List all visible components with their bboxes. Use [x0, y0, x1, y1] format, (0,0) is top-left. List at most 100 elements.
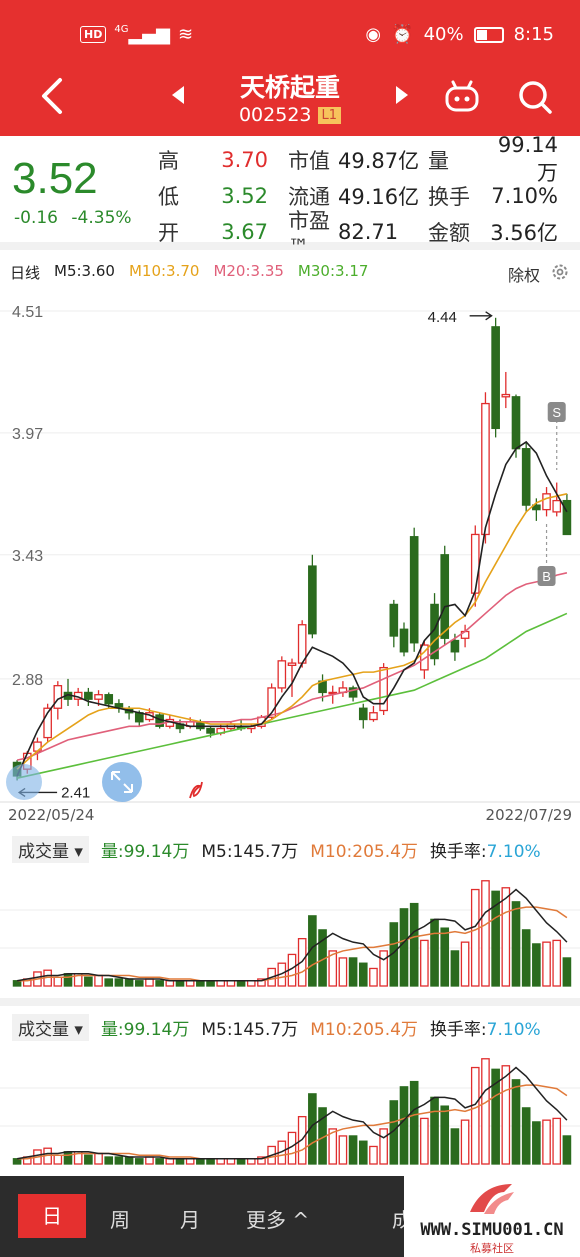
candle-up — [287, 662, 297, 667]
ma30-label: M30:3.17 — [297, 262, 369, 280]
volume-bar-up — [94, 1152, 103, 1165]
tab-month[interactable]: 月 — [180, 1204, 200, 1233]
adjust-button[interactable]: 除权 — [508, 262, 540, 286]
volume-ma5-1: M5:145.7万 — [201, 842, 299, 862]
volume-bar-up — [226, 980, 236, 987]
volume-bar-down — [409, 902, 419, 987]
candle-up — [277, 660, 287, 689]
volume-bar-down — [450, 950, 460, 987]
change-value: -0.16 — [14, 208, 58, 228]
eye-icon: ◉ — [365, 24, 382, 45]
alarm-icon: ⏰ — [391, 24, 414, 45]
low-value: 3.52 — [221, 184, 268, 208]
turnover-label: 换手 — [428, 185, 470, 209]
candle-up — [481, 402, 490, 536]
candle-down — [206, 727, 215, 734]
turnover-label-1: 换手率: — [429, 842, 487, 862]
volume-bar-up — [165, 980, 175, 987]
price-change: -0.16 -4.35% — [14, 208, 132, 228]
candle-down — [491, 326, 500, 430]
candle-up — [53, 685, 63, 709]
volume-bar-down — [440, 927, 450, 987]
stock-code-row: 002523 L1 — [0, 104, 580, 126]
volume-bar-down — [532, 1121, 541, 1165]
volume-bar-up — [481, 880, 490, 987]
next-stock-icon[interactable] — [396, 86, 408, 104]
volume-bar-down — [196, 1158, 205, 1165]
volume-readout-2: 量:99.14万 — [100, 1020, 190, 1040]
volume-bar-down — [532, 943, 541, 987]
volume-bar-down — [430, 1096, 439, 1165]
search-icon[interactable] — [516, 78, 554, 116]
y-tick-label: 4.51 — [12, 304, 43, 321]
volume-value: 99.14万 — [497, 133, 558, 185]
volume-bar-up — [226, 1158, 236, 1165]
candle-up — [470, 533, 480, 594]
clock: 8:15 — [513, 24, 554, 45]
period-label[interactable]: 日线 — [10, 262, 40, 283]
candle-down — [308, 565, 317, 635]
volume-bar-down — [562, 957, 572, 987]
hd-badge: HD — [80, 26, 107, 43]
high-label: 高 — [158, 149, 179, 173]
volume-bar-down — [236, 1158, 246, 1165]
volume-bar-down — [430, 918, 439, 987]
open-label: 开 — [158, 221, 179, 245]
volume-bar-up — [369, 1145, 378, 1165]
volume-bar-down — [348, 957, 358, 987]
candle-down — [84, 691, 93, 700]
quote-grid: 高 3.70 市值 49.87亿 量 99.14万 低 3.52 流通 49.1… — [158, 133, 576, 259]
volume-bar-down — [114, 978, 124, 987]
volume-bar-down — [84, 1154, 93, 1165]
battery-icon — [473, 26, 504, 43]
expand-icon — [102, 762, 142, 802]
candle-down — [399, 628, 409, 653]
volume-bar-up — [53, 1154, 63, 1165]
volume-chart-1[interactable] — [0, 862, 580, 990]
mktcap-label: 市值 — [288, 149, 330, 173]
y-tick-label: 3.43 — [12, 548, 43, 565]
volume-bar-up — [542, 1119, 551, 1165]
tab-week[interactable]: 周 — [110, 1204, 130, 1233]
low-label: 低 — [158, 185, 179, 209]
volume-bar-down — [511, 901, 521, 987]
volume-bar-down — [440, 1105, 450, 1165]
volume-bar-up — [216, 980, 226, 987]
date-axis: 2022/05/24 2022/07/29 — [0, 806, 580, 826]
volume-bar-up — [94, 974, 103, 987]
start-date: 2022/05/24 — [8, 806, 95, 824]
volume-chart-2[interactable] — [0, 1040, 580, 1168]
candle-down — [104, 694, 114, 705]
candlestick-chart[interactable]: 4.51 3.97 3.43 2.88 4.44 2.41 S B — [0, 288, 580, 808]
candle-up — [369, 712, 378, 721]
tab-more[interactable]: 更多 ^ — [246, 1204, 309, 1233]
volume-tab-2[interactable]: 成交量 ▾ — [12, 1014, 89, 1041]
quote-row-high: 高 3.70 市值 49.87亿 量 99.14万 — [158, 133, 576, 185]
volume-bar-down — [175, 980, 185, 987]
turnover-label-2: 换手率: — [429, 1020, 487, 1040]
volume-bar-down — [358, 1140, 368, 1165]
candle-down — [511, 396, 521, 450]
volume-bar-up — [501, 887, 511, 987]
volume-bar-up — [145, 978, 154, 987]
pe-label: 市盈™ — [288, 209, 330, 259]
watermark: WWW.SIMU001.CN 私募社区 — [404, 1176, 580, 1257]
volume-bar-down — [236, 980, 246, 987]
buy-marker-text: B — [542, 569, 551, 584]
volume-bar-down — [104, 978, 114, 987]
tab-day[interactable]: 日 — [18, 1194, 86, 1238]
ma-legend: 日线 M5:3.60 M10:3.70 M20:3.35 M30:3.17 — [10, 262, 368, 283]
gear-icon[interactable] — [550, 262, 570, 282]
volume-bar-down — [409, 1080, 419, 1165]
volume-bar-down — [206, 1158, 215, 1165]
volume-bar-up — [481, 1058, 490, 1165]
volume-bar-up — [420, 1117, 429, 1165]
volume-tab-1[interactable]: 成交量 ▾ — [12, 836, 89, 863]
y-tick-label: 3.97 — [12, 426, 43, 443]
volume-bar-down — [399, 1086, 409, 1165]
candle-down — [440, 554, 450, 639]
panel-divider — [0, 998, 580, 1006]
volume-bar-down — [84, 976, 93, 987]
robot-icon[interactable] — [444, 80, 480, 112]
candle-down — [358, 707, 368, 721]
